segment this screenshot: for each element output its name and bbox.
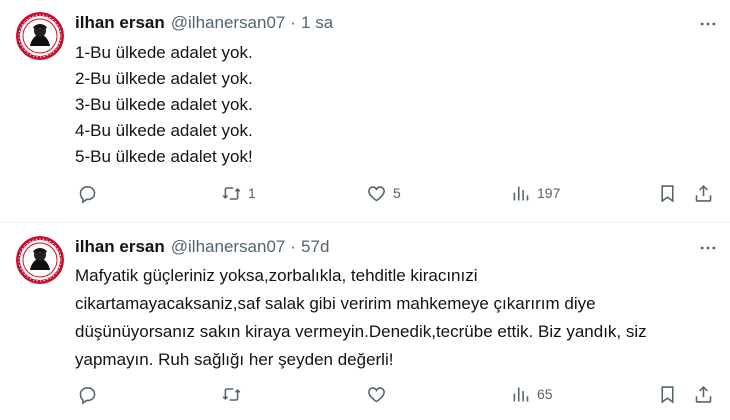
reply-button[interactable] [77, 379, 104, 409]
view-count: 65 [537, 386, 553, 402]
tweet-line: düşünüyorsanız sakın kiraya vermeyin.Den… [75, 322, 647, 341]
retweet-icon [222, 387, 241, 401]
tweet-header: ilhan ersan @ilhanersan07 · 57d [75, 236, 329, 258]
reply-icon [79, 386, 96, 405]
retweet-button[interactable]: 1 [221, 178, 256, 208]
more-horizontal-icon[interactable] [696, 12, 720, 36]
views-button[interactable]: 65 [510, 379, 553, 409]
bookmark-icon [661, 184, 674, 202]
share-button[interactable] [693, 178, 714, 208]
separator-dot: · [290, 237, 297, 256]
like-count: 5 [393, 185, 401, 201]
retweet-button[interactable] [221, 379, 248, 409]
tweet[interactable]: ilhan ersan @ilhanersan07 · 57d Mafyatik… [0, 224, 730, 420]
like-button[interactable] [366, 379, 393, 409]
tweet-line: 4-Bu ülkede adalet yok. [75, 121, 253, 140]
retweet-icon [222, 186, 241, 200]
timestamp[interactable]: 57d [301, 237, 329, 257]
user-handle[interactable]: @ilhanersan07 [171, 13, 286, 33]
action-bar: 1 5 197 [75, 178, 720, 208]
heart-icon [368, 185, 385, 201]
tweet-line: 1-Bu ülkede adalet yok. [75, 43, 253, 62]
display-name[interactable]: ilhan ersan [75, 237, 165, 257]
views-icon [513, 186, 529, 200]
tweet[interactable]: ilhan ersan @ilhanersan07 · 1 sa 1-Bu ül… [0, 0, 730, 223]
share-icon [695, 184, 712, 202]
display-name[interactable]: ilhan ersan [75, 13, 165, 33]
tweet-line: 2-Bu ülkede adalet yok. [75, 69, 253, 88]
separator-dot: · [290, 13, 297, 32]
tweet-line: Mafyatik güçleriniz yoksa,zorbalıkla, te… [75, 266, 478, 285]
bookmark-icon [661, 385, 674, 403]
tweet-line: 3-Bu ülkede adalet yok. [75, 95, 253, 114]
like-button[interactable]: 5 [366, 178, 401, 208]
retweet-count: 1 [248, 185, 256, 201]
view-count: 197 [537, 185, 561, 201]
heart-icon [368, 386, 385, 402]
tweet-line: yapmayın. Ruh sağlığı her şeyden değerli… [75, 350, 394, 369]
avatar[interactable] [16, 12, 64, 60]
tweet-line: cikartamayacaksaniz,saf salak gibi verir… [75, 294, 596, 313]
bookmark-button[interactable] [657, 379, 678, 409]
share-button[interactable] [693, 379, 714, 409]
tweet-line: 5-Bu ülkede adalet yok! [75, 147, 253, 166]
bookmark-button[interactable] [657, 178, 678, 208]
timeline: ilhan ersan @ilhanersan07 · 1 sa 1-Bu ül… [0, 0, 730, 420]
avatar[interactable] [16, 236, 64, 284]
views-icon [513, 387, 529, 401]
reply-button[interactable] [77, 178, 104, 208]
user-handle[interactable]: @ilhanersan07 [171, 237, 286, 257]
reply-icon [79, 185, 96, 204]
more-horizontal-icon[interactable] [696, 236, 720, 260]
tweet-text: Mafyatik güçleriniz yoksa,zorbalıkla, te… [75, 262, 715, 374]
tweet-header: ilhan ersan @ilhanersan07 · 1 sa [75, 12, 333, 34]
tweet-text: 1-Bu ülkede adalet yok. 2-Bu ülkede adal… [75, 40, 715, 170]
share-icon [695, 385, 712, 403]
timestamp[interactable]: 1 sa [301, 13, 333, 33]
action-bar: 65 [75, 379, 720, 409]
views-button[interactable]: 197 [510, 178, 560, 208]
